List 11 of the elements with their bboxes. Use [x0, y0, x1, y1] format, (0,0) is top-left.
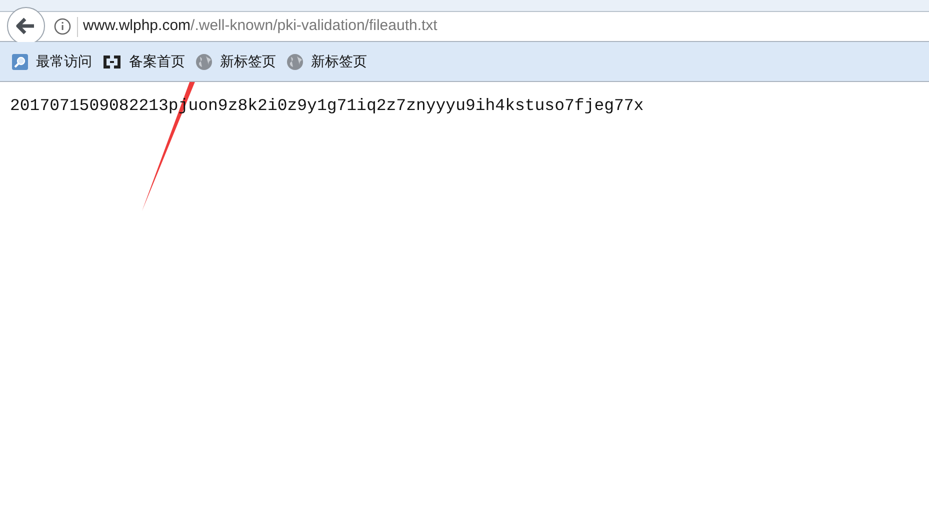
- search-icon: [11, 52, 29, 70]
- globe-icon: [195, 52, 213, 70]
- globe-icon: [286, 52, 304, 70]
- bracket-icon: [102, 54, 122, 68]
- info-icon[interactable]: [54, 18, 71, 35]
- bookmark-item[interactable]: 新标签页: [195, 51, 276, 72]
- back-arrow-icon: [16, 16, 36, 34]
- bookmark-item[interactable]: 新标签页: [286, 51, 367, 72]
- bookmark-item[interactable]: 备案首页: [102, 51, 185, 72]
- bookmark-item[interactable]: 最常访问: [11, 51, 92, 72]
- address-field[interactable]: www.wlphp.com/.well-known/pki-validation/fileauth.txt: [83, 15, 438, 38]
